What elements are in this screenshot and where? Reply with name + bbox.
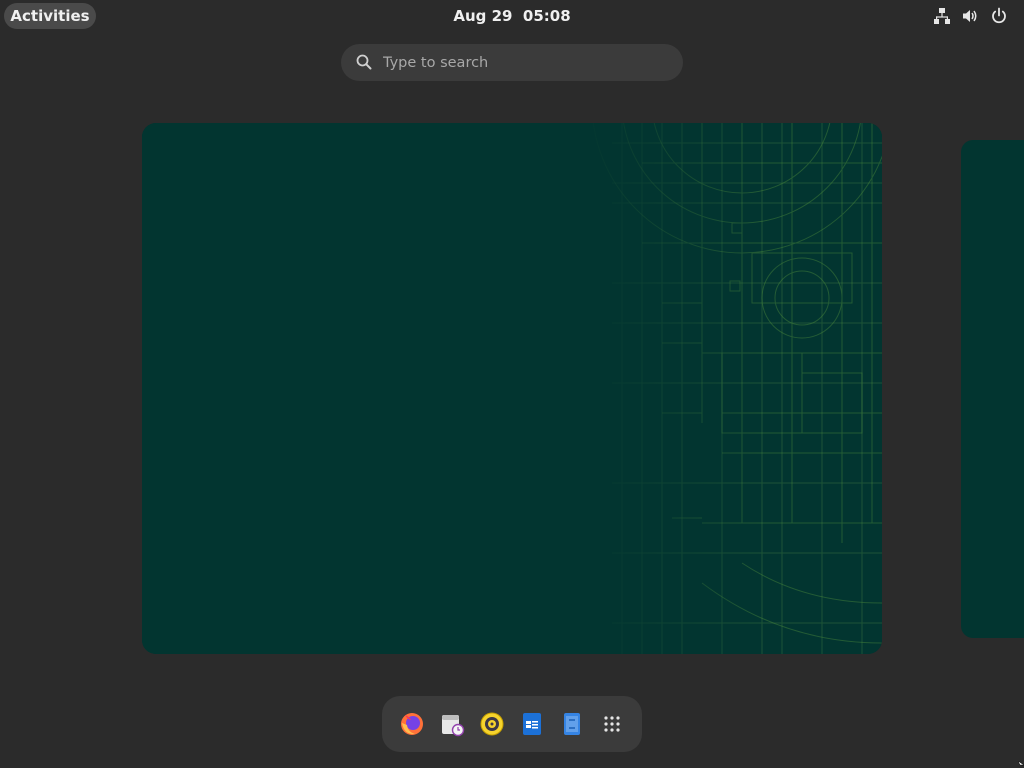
search-icon <box>356 54 372 70</box>
dash <box>382 696 642 752</box>
dash-item-rhythmbox[interactable] <box>476 708 508 740</box>
search-bar[interactable] <box>341 44 683 81</box>
power-icon[interactable] <box>990 7 1008 25</box>
software-icon <box>564 713 580 735</box>
volume-icon[interactable] <box>961 7 979 25</box>
dash-item-calendar[interactable] <box>436 708 468 740</box>
firefox-icon <box>401 713 423 735</box>
clock-button[interactable]: Aug 29 05:08 <box>412 3 612 29</box>
wallpaper-blueprint <box>142 123 882 654</box>
network-wired-icon[interactable] <box>933 7 951 25</box>
app-grid-icon <box>604 716 620 732</box>
workspace-thumbnail-next[interactable] <box>961 140 1024 638</box>
top-bar: Activities Aug 29 05:08 <box>0 0 1024 32</box>
calendar-icon <box>442 715 465 737</box>
activities-button[interactable]: Activities <box>4 3 96 29</box>
dash-item-firefox[interactable] <box>396 708 428 740</box>
show-apps-button[interactable] <box>596 708 628 740</box>
dash-item-writer[interactable] <box>516 708 548 740</box>
workspace-thumbnail-current[interactable] <box>142 123 882 654</box>
dash-item-software[interactable] <box>556 708 588 740</box>
writer-icon <box>523 713 541 735</box>
search-input[interactable] <box>383 44 663 81</box>
mouse-cursor-icon <box>1018 761 1024 766</box>
rhythmbox-icon <box>480 712 504 736</box>
